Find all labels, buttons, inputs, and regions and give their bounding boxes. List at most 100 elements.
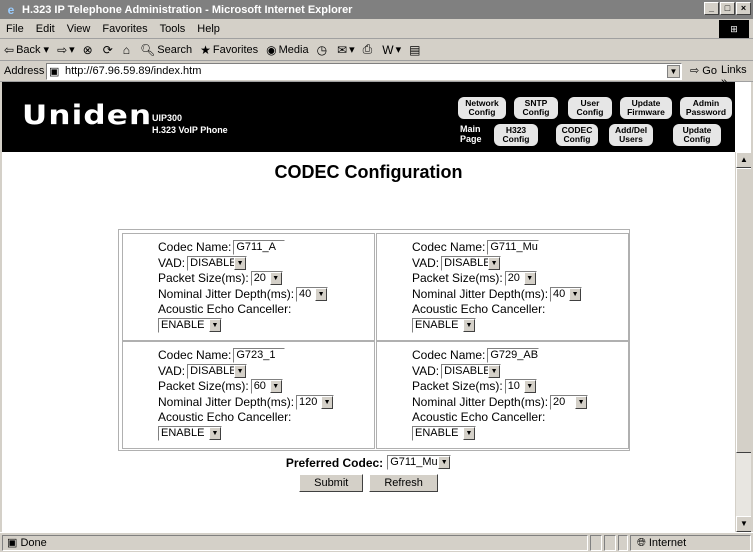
status-bar: ▣ Done 🌐︎ Internet xyxy=(0,532,753,552)
forward-button[interactable]: ⇨ ▾ xyxy=(57,43,75,57)
chevron-down-icon: ▼ xyxy=(523,272,536,286)
codec-grid: Codec Name: G711_A VAD: DISABLE ▼ Packet Si… xyxy=(118,229,630,451)
favorites-icon: ★ xyxy=(200,42,211,57)
menu-help[interactable]: Help xyxy=(197,23,220,35)
nav-add-del-users[interactable]: Add/Del Users xyxy=(609,124,653,146)
refresh-form-button[interactable]: Refresh xyxy=(369,474,438,492)
nav-update-firmware[interactable]: Update Firmware xyxy=(620,97,672,119)
chevron-down-icon: ▼ xyxy=(523,380,536,394)
codec-panel-g711a: Codec Name: G711_A VAD: DISABLE ▼ Packet Si… xyxy=(122,233,375,341)
go-button[interactable]: ⇨ Go xyxy=(690,64,717,77)
status-panel xyxy=(590,535,602,551)
echo-canceller-select[interactable]: ENABLE ▼ xyxy=(158,317,222,333)
echo-canceller-select[interactable]: ENABLE ▼ xyxy=(158,425,222,441)
address-dropdown-icon[interactable]: ▼ xyxy=(667,65,680,78)
ie-icon: e xyxy=(7,2,15,17)
codec-panel-g729ab: Codec Name: G729_AB VAD: DISABLE ▼ Packet S… xyxy=(376,341,629,449)
uniden-logo: Uniden xyxy=(22,100,153,131)
codec-name-input[interactable]: G711_Mu xyxy=(487,240,540,256)
discuss-icon: ▤ xyxy=(409,42,421,57)
nav-network-config[interactable]: Network Config xyxy=(458,97,506,119)
main-page-link[interactable]: Main Page xyxy=(460,124,486,144)
preferred-codec-label: Preferred Codec: xyxy=(285,455,384,470)
history-icon: ◷ xyxy=(316,42,328,57)
search-icon: 🔍︎ xyxy=(140,42,156,57)
scroll-down-icon[interactable]: ▼ xyxy=(736,516,751,532)
address-input[interactable]: ▣ http://67.96.59.89/index.htm ▼ xyxy=(46,63,682,80)
packet-size-select[interactable]: 60 ▼ xyxy=(250,379,283,395)
nav-sntp-config[interactable]: SNTP Config xyxy=(514,97,558,119)
menu-view[interactable]: View xyxy=(67,23,91,35)
address-bar: Address ▣ http://67.96.59.89/index.htm ▼… xyxy=(0,61,753,88)
status-panel xyxy=(604,535,616,551)
packet-size-select[interactable]: 20 ▼ xyxy=(250,271,283,287)
refresh-button[interactable]: ⟳ xyxy=(103,43,115,57)
menu-file[interactable]: File xyxy=(6,23,24,35)
chevron-down-icon: ▼ xyxy=(488,256,501,270)
refresh-icon: ⟳ xyxy=(102,42,113,57)
codec-panel-g7231: Codec Name: G723_1 VAD: DISABLE ▼ Packet Si… xyxy=(122,341,375,449)
scroll-up-icon[interactable]: ▲ xyxy=(736,152,751,168)
menu-edit[interactable]: Edit xyxy=(36,23,55,35)
go-arrow-icon: ⇨ xyxy=(690,65,700,77)
browser-window: e H.323 IP Telephone Administration - Mi… xyxy=(0,0,753,552)
preferred-codec-row: Preferred Codec: G711_Mu ▼ xyxy=(2,455,735,470)
mail-button[interactable]: ✉ ▾ xyxy=(337,43,355,57)
windows-logo-icon: ⊞ xyxy=(719,20,749,38)
status-text: ▣ Done xyxy=(2,535,588,551)
page-content: Uniden UIP300 H.323 VoIP Phone Network C… xyxy=(2,82,751,532)
print-icon: ⎙ xyxy=(362,42,373,56)
nav-codec-config[interactable]: CODEC Config xyxy=(556,124,598,146)
nav-admin-password[interactable]: Admin Password xyxy=(680,97,732,119)
codec-name-input[interactable]: G723_1 xyxy=(233,348,286,364)
echo-canceller-select[interactable]: ENABLE ▼ xyxy=(412,317,476,333)
maximize-button[interactable]: □ xyxy=(720,2,735,15)
vertical-scrollbar[interactable]: ▲ ▼ xyxy=(735,152,751,532)
model-info: UIP300 H.323 VoIP Phone xyxy=(152,113,228,135)
packet-size-select[interactable]: 20 ▼ xyxy=(504,271,537,287)
vad-select[interactable]: DISABLE ▼ xyxy=(187,255,248,271)
menu-favorites[interactable]: Favorites xyxy=(102,23,147,35)
back-button[interactable]: ⇦ Back ▾ xyxy=(4,43,49,57)
history-button[interactable]: ◷ xyxy=(317,43,329,57)
window-title: H.323 IP Telephone Administration - Micr… xyxy=(22,3,353,16)
print-button[interactable]: ⎙ xyxy=(363,42,375,57)
page-header: Uniden UIP300 H.323 VoIP Phone Network C… xyxy=(2,82,735,152)
codec-name-input[interactable]: G711_A xyxy=(233,240,286,256)
menu-tools[interactable]: Tools xyxy=(160,23,186,35)
chevron-down-icon: ▼ xyxy=(463,318,475,332)
title-bar: e H.323 IP Telephone Administration - Mi… xyxy=(0,0,753,19)
chevron-down-icon: ▼ xyxy=(438,456,451,469)
minimize-button[interactable]: _ xyxy=(704,2,719,15)
chevron-down-icon: ▼ xyxy=(463,426,475,440)
nav-h323-config[interactable]: H323 Config xyxy=(494,124,538,146)
favorites-button[interactable]: ★ Favorites xyxy=(200,43,258,57)
chevron-down-icon: ▼ xyxy=(569,287,582,301)
chevron-down-icon: ▼ xyxy=(269,272,282,286)
home-icon: ⌂ xyxy=(122,42,131,57)
jitter-depth-select[interactable]: 40 ▼ xyxy=(296,286,329,302)
close-button[interactable]: × xyxy=(736,2,751,15)
vad-select[interactable]: DISABLE ▼ xyxy=(441,363,502,379)
nav-update-config[interactable]: Update Config xyxy=(673,124,721,146)
search-button[interactable]: 🔍︎ Search xyxy=(140,43,192,57)
preferred-codec-select[interactable]: G711_Mu ▼ xyxy=(387,455,452,470)
toolbar: ⇦ Back ▾ ⇨ ▾ ⊗ ⟳ ⌂ 🔍︎ Search ★ Favorites ◉ Med… xyxy=(0,39,753,61)
vad-select[interactable]: DISABLE ▼ xyxy=(441,255,502,271)
jitter-depth-select[interactable]: 20 ▼ xyxy=(550,394,589,410)
packet-size-select[interactable]: 10 ▼ xyxy=(504,379,537,395)
submit-button[interactable]: Submit xyxy=(299,474,364,492)
echo-canceller-select[interactable]: ENABLE ▼ xyxy=(412,425,476,441)
chevron-down-icon: ▼ xyxy=(269,380,282,394)
discuss-button[interactable]: ▤ xyxy=(409,43,422,57)
stop-button[interactable]: ⊗ xyxy=(83,43,95,57)
nav-user-config[interactable]: User Config xyxy=(568,97,612,119)
home-button[interactable]: ⌂ xyxy=(123,43,132,57)
jitter-depth-select[interactable]: 120 ▼ xyxy=(296,394,335,410)
media-button[interactable]: ◉ Media xyxy=(266,43,308,57)
scroll-thumb[interactable] xyxy=(736,168,751,453)
codec-name-input[interactable]: G729_AB xyxy=(487,348,540,364)
jitter-depth-select[interactable]: 40 ▼ xyxy=(550,286,583,302)
edit-button[interactable]: W ▾ xyxy=(382,43,401,57)
vad-select[interactable]: DISABLE ▼ xyxy=(187,363,248,379)
